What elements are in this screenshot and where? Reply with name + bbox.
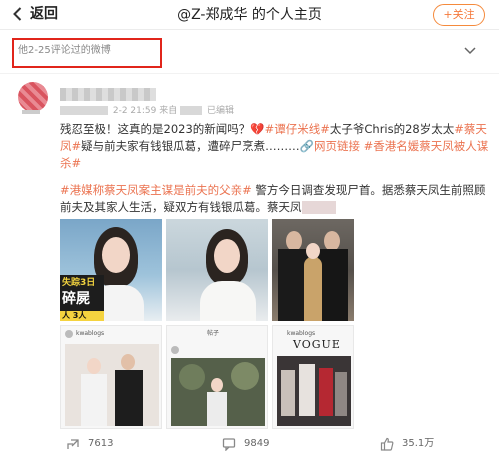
post-actions: 7613 9849 35.1万 bbox=[0, 437, 499, 455]
face-shape bbox=[211, 378, 223, 392]
post-image-5[interactable]: 帖子 bbox=[166, 325, 268, 429]
thumbs-up-icon bbox=[380, 437, 394, 451]
avatar[interactable] bbox=[18, 82, 48, 112]
share-icon bbox=[67, 439, 79, 449]
post-image-4[interactable]: kwablogs bbox=[60, 325, 162, 429]
figure-shape bbox=[299, 364, 315, 416]
post-time: 2-2 21:59 bbox=[112, 106, 157, 116]
photo-area bbox=[277, 356, 351, 426]
post-edited: 已编辑 bbox=[207, 106, 235, 116]
figure-shape bbox=[319, 368, 333, 416]
suit-shape bbox=[318, 249, 348, 321]
chevron-down-icon[interactable] bbox=[463, 43, 477, 57]
web-link[interactable]: 🔗网页链接 bbox=[300, 139, 360, 153]
face-shape bbox=[87, 358, 101, 374]
photo-area bbox=[171, 358, 265, 426]
overlay-text: 碎屍 bbox=[62, 291, 90, 307]
post-image-6[interactable]: kwablogs VOGUE bbox=[272, 325, 354, 429]
foliage-shape bbox=[231, 362, 259, 390]
broken-heart-emoji: 💔 bbox=[250, 122, 265, 136]
face-shape bbox=[102, 237, 130, 273]
post-text-segment: 太子爷Chris的28岁太太 bbox=[329, 122, 455, 136]
post-text: 残忍至极！这真的是2023的新闻吗？💔#谭仔米线#太子爷Chris的28岁太太 #… bbox=[60, 121, 490, 216]
post-text-segment: 残忍至极！这真的是2023的新闻吗？ bbox=[60, 122, 251, 136]
like-button[interactable]: 35.1万 bbox=[380, 437, 434, 451]
comment-count: 9849 bbox=[244, 438, 270, 449]
meta-redacted bbox=[60, 106, 108, 115]
avatar-badge bbox=[22, 110, 40, 114]
avatar-icon bbox=[171, 346, 179, 354]
clothing-shape bbox=[200, 281, 256, 321]
page-title: @Z-郑成华 的个人主页 bbox=[177, 7, 322, 23]
face-shape bbox=[214, 239, 240, 273]
overlay-text: 人 3人 bbox=[62, 311, 87, 320]
share-count: 7613 bbox=[88, 438, 114, 449]
author-name-redacted[interactable] bbox=[60, 88, 156, 101]
image-caption: kwablogs bbox=[76, 330, 105, 337]
dress-shape bbox=[207, 392, 227, 426]
post-source: 来自 bbox=[159, 106, 178, 116]
foliage-shape bbox=[179, 364, 205, 390]
image-caption: 帖子 bbox=[207, 330, 220, 337]
face-shape bbox=[324, 231, 340, 251]
like-count: 35.1万 bbox=[402, 438, 435, 449]
source-redacted bbox=[180, 106, 203, 115]
filter-label: 他2-25评论过的微博 bbox=[18, 45, 111, 56]
post-paragraph-1: 残忍至极！这真的是2023的新闻吗？💔#谭仔米线#太子爷Chris的28岁太太#… bbox=[60, 121, 490, 172]
post-image-2[interactable] bbox=[166, 219, 268, 321]
hashtag-link[interactable]: #港媒称蔡天凤案主谋是前夫的父亲# bbox=[60, 183, 252, 197]
top-bar: 返回 @Z-郑成华 的个人主页 +关注 bbox=[0, 0, 499, 30]
dress-shape bbox=[304, 257, 322, 321]
dress-shape bbox=[81, 374, 107, 426]
weibo-post: 2-2 21:59 来自 已编辑 残忍至极！这真的是2023的新闻吗？💔#谭仔米… bbox=[0, 74, 499, 455]
suit-shape bbox=[115, 370, 143, 426]
overlay-text: 失踪3日 bbox=[62, 278, 96, 288]
comment-button[interactable]: 9849 bbox=[222, 437, 269, 451]
vogue-logo: VOGUE bbox=[293, 338, 341, 351]
avatar-icon bbox=[65, 330, 73, 338]
photo-area bbox=[65, 344, 159, 426]
figure-shape bbox=[281, 370, 295, 416]
follow-button[interactable]: +关注 bbox=[433, 4, 485, 26]
post-paragraph-2: #港媒称蔡天凤案主谋是前夫的父亲# 警方今日调查发现尸首。据悉蔡天凤生前照顾前夫… bbox=[60, 182, 490, 216]
text-redacted bbox=[301, 201, 336, 214]
hashtag-link[interactable]: #谭仔米线# bbox=[265, 122, 330, 136]
comment-icon bbox=[222, 438, 236, 451]
post-meta: 2-2 21:59 来自 已编辑 bbox=[60, 105, 234, 117]
face-shape bbox=[121, 354, 135, 370]
face-shape bbox=[306, 243, 320, 259]
post-image-1[interactable]: 失踪3日 碎屍 人 3人 bbox=[60, 219, 162, 321]
image-caption: kwablogs bbox=[287, 330, 316, 337]
filter-row: 他2-25评论过的微博 bbox=[0, 30, 499, 74]
figure-shape bbox=[335, 372, 347, 416]
face-shape bbox=[286, 231, 302, 251]
post-image-3[interactable] bbox=[272, 219, 354, 321]
share-button[interactable]: 7613 bbox=[66, 437, 113, 451]
post-text-segment: 疑与前夫家有钱银瓜葛，遭碎尸烹煮……… bbox=[81, 139, 300, 153]
